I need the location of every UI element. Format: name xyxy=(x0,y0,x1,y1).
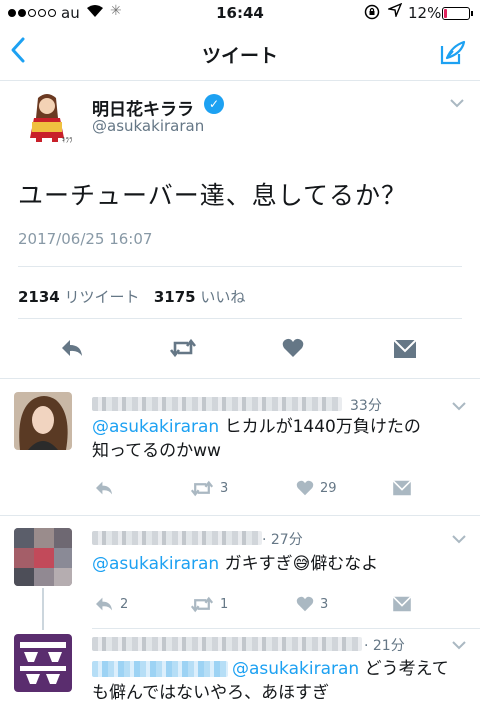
reply-text-line-1: どう考えて xyxy=(359,659,449,679)
reply-time: 33分 xyxy=(350,398,382,414)
reply-text-part-2: 僻むなよ xyxy=(310,554,379,574)
reply-menu-chevron-down-icon[interactable] xyxy=(452,399,466,415)
reply-text-part-1: ガキすぎ xyxy=(219,554,293,574)
reply-text-line-2: 知ってるのかww xyxy=(92,441,221,461)
reply-time: · 21分 xyxy=(364,638,405,654)
heart-icon[interactable]: 3 xyxy=(296,596,328,612)
reply-author-name-obscured[interactable] xyxy=(92,397,342,411)
reply-text: @asukakiraran ガキすぎ😅僻むなよ xyxy=(92,552,462,576)
battery-level-fill xyxy=(444,9,448,18)
retweet-count[interactable]: 2134 xyxy=(18,288,60,306)
tweet-text: ユーチューバー達、息してるか？ xyxy=(18,181,408,210)
divider xyxy=(18,318,462,319)
reply-count: 2 xyxy=(120,596,129,612)
direct-message-envelope-icon[interactable] xyxy=(392,596,412,612)
reply-icon[interactable] xyxy=(94,480,120,496)
reply-text-line-1: ヒカルが1440万負けたの xyxy=(219,417,421,437)
retweet-label[interactable]: リツイート xyxy=(65,288,140,306)
author-handle[interactable]: @asukakiraran xyxy=(92,117,204,135)
reply-mention-link[interactable]: @asukakiraran xyxy=(92,554,219,574)
location-arrow-icon xyxy=(386,2,403,21)
tweet-menu-chevron-down-icon[interactable] xyxy=(450,96,464,112)
compose-tweet-icon[interactable] xyxy=(438,40,466,66)
reply-icon[interactable] xyxy=(60,338,84,358)
battery-icon xyxy=(442,7,473,20)
svg-text:ｷﾗﾗ: ｷﾗﾗ xyxy=(62,136,73,144)
direct-message-envelope-icon[interactable] xyxy=(392,480,412,496)
divider xyxy=(0,515,480,516)
status-bar: au ✳ 16:44 12% xyxy=(0,0,480,28)
retweet-icon[interactable]: 1 xyxy=(190,596,228,613)
tweet-timestamp: 2017/06/25 16:07 xyxy=(18,230,153,248)
rotation-lock-icon xyxy=(364,4,380,24)
reply-text: @asukakiraran どう考えて も僻んではないやろ、あほすぎ xyxy=(92,657,470,705)
direct-message-envelope-icon[interactable] xyxy=(393,339,417,359)
reply-time: · 27分 xyxy=(262,532,303,548)
heart-icon[interactable] xyxy=(282,338,304,358)
tweet-action-bar xyxy=(0,336,480,364)
thread-connector-line xyxy=(42,588,44,630)
like-label[interactable]: いいね xyxy=(200,288,245,306)
verified-badge-icon: ✓ xyxy=(204,94,224,114)
reply-menu-chevron-down-icon[interactable] xyxy=(452,638,466,654)
heart-icon[interactable]: 29 xyxy=(296,480,337,496)
divider xyxy=(18,266,462,267)
reply-avatar[interactable] xyxy=(14,528,72,586)
divider xyxy=(92,628,480,629)
battery-percent: 12% xyxy=(408,4,442,22)
retweet-icon[interactable]: 3 xyxy=(190,480,228,497)
like-count[interactable]: 3175 xyxy=(154,288,196,306)
sweat-smile-emoji: 😅 xyxy=(292,554,311,574)
tweet-stats: 2134 リツイート 3175 いいね xyxy=(18,286,245,307)
page-title: ツイート xyxy=(201,45,278,67)
reply-menu-chevron-down-icon[interactable] xyxy=(452,532,466,548)
reply-icon[interactable]: 2 xyxy=(94,596,128,612)
divider xyxy=(0,378,480,379)
reply-mention-link[interactable]: @asukakiraran xyxy=(232,659,359,679)
retweet-count: 3 xyxy=(220,481,229,496)
like-count: 3 xyxy=(320,596,329,612)
author-avatar[interactable]: ｷﾗﾗ xyxy=(18,88,76,146)
reply-mention-link[interactable]: @asukakiraran xyxy=(92,417,219,437)
reply-avatar[interactable] xyxy=(14,634,72,692)
retweet-icon[interactable] xyxy=(169,338,197,358)
retweet-count: 1 xyxy=(220,597,229,612)
reply-text-line-2: も僻んではないやろ、あほすぎ xyxy=(92,683,330,703)
reply-text: @asukakiraran ヒカルが1440万負けたの 知ってるのかww xyxy=(92,415,462,463)
reply-author-name-obscured[interactable] xyxy=(92,531,262,545)
reply-avatar[interactable] xyxy=(14,392,72,450)
navigation-bar: ツイート xyxy=(0,28,480,81)
like-count: 29 xyxy=(320,480,337,496)
reply-author-name-obscured[interactable] xyxy=(92,637,362,651)
